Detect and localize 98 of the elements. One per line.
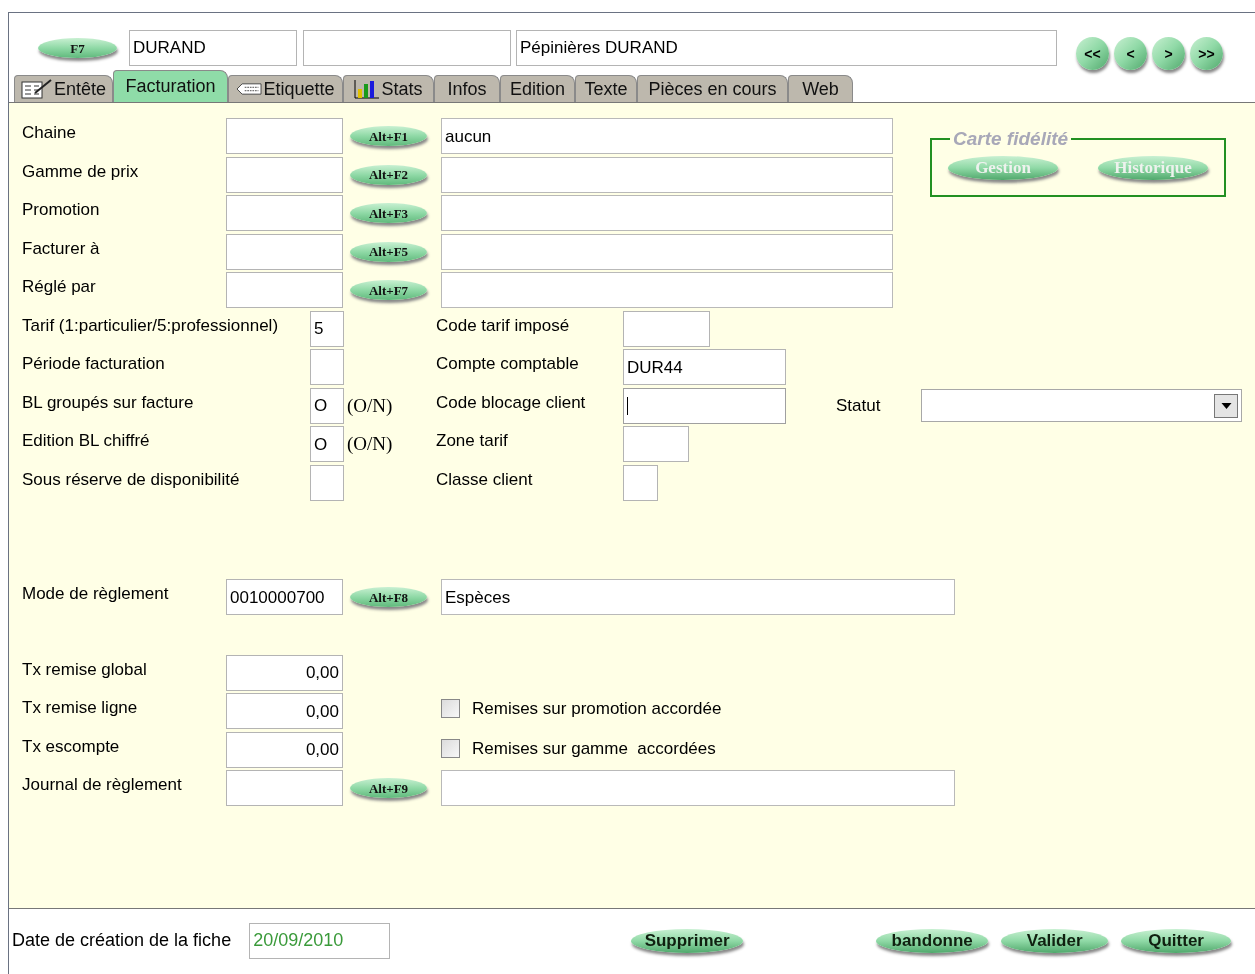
nav-button[interactable]: > <box>1152 37 1185 70</box>
field-label: Date de création de la fiche <box>12 929 232 952</box>
input-field[interactable] <box>226 272 343 309</box>
checkbox-label: Remises sur gamme accordées <box>472 737 716 760</box>
date-field[interactable]: 20/09/2010 <box>249 922 391 959</box>
text-field[interactable] <box>303 30 511 66</box>
field-label: Tx remise ligne <box>22 697 139 719</box>
tab-label: Entête <box>53 77 106 101</box>
tab[interactable]: Pièces en cours <box>637 75 788 102</box>
hint-text: (O/N) <box>347 433 393 454</box>
tab[interactable]: Texte <box>575 75 637 102</box>
hint-text: (O/N) <box>347 394 393 416</box>
tab[interactable]: Edition <box>500 75 575 102</box>
shortcut-button[interactable]: F7 <box>38 38 117 58</box>
field-label: Tx remise global <box>22 658 148 681</box>
code-field[interactable]: DURAND <box>129 30 297 66</box>
checkbox[interactable] <box>441 738 460 758</box>
input-field[interactable] <box>226 770 343 807</box>
field-label: Période facturation <box>22 353 166 375</box>
input-field[interactable] <box>623 387 786 424</box>
field-label: Journal de règlement <box>22 774 183 796</box>
tab-label: Facturation <box>125 75 216 98</box>
input-field[interactable]: 0010000700 <box>226 579 343 616</box>
input-field[interactable] <box>310 349 344 386</box>
field-label: Facturer à <box>22 237 101 260</box>
tab[interactable]: Etiquette <box>228 75 343 102</box>
group-title: Carte fidélité <box>952 127 1070 151</box>
field-label: BL groupés sur facture <box>22 391 195 414</box>
input-field[interactable] <box>310 464 344 501</box>
description-field[interactable]: Espèces <box>441 579 955 616</box>
shortcut-button[interactable]: Alt+F1 <box>350 126 427 147</box>
field-label: Tx escompte <box>22 735 121 758</box>
shortcut-button[interactable]: Alt+F5 <box>350 241 427 262</box>
input-field[interactable]: O <box>310 426 344 463</box>
shortcut-button[interactable]: Alt+F8 <box>350 587 427 608</box>
description-field[interactable] <box>441 156 893 193</box>
field-label: Edition BL chiffré <box>22 430 151 452</box>
action-button[interactable]: bandonne <box>876 928 989 953</box>
tab-label: Infos <box>447 77 487 101</box>
input-field[interactable] <box>226 118 343 155</box>
description-field[interactable] <box>441 195 893 232</box>
field-label: Réglé par <box>22 276 97 298</box>
input-field[interactable] <box>623 426 689 463</box>
input-field[interactable] <box>226 195 343 232</box>
action-button[interactable]: Quitter <box>1121 928 1232 953</box>
shortcut-button[interactable]: Alt+F3 <box>350 203 427 224</box>
field-label: Compte comptable <box>436 353 580 375</box>
input-field[interactable]: DUR44 <box>623 349 786 386</box>
bar-chart-icon <box>354 79 381 99</box>
input-field[interactable]: 0,00 <box>226 693 343 730</box>
field-label: Code blocage client <box>436 391 587 414</box>
description-field[interactable] <box>441 233 893 270</box>
action-button[interactable]: Valider <box>1001 928 1109 953</box>
shortcut-button[interactable]: Alt+F9 <box>350 778 427 799</box>
field-label: Zone tarif <box>436 430 509 452</box>
input-field[interactable] <box>226 156 343 193</box>
tab-label: Edition <box>509 77 565 101</box>
tab-label: Stats <box>381 77 423 101</box>
field-label: Gamme de prix <box>22 160 140 183</box>
tab[interactable]: Stats <box>343 75 434 102</box>
tab-label: Pièces en cours <box>648 77 777 101</box>
input-field[interactable]: 0,00 <box>226 654 343 691</box>
nav-button[interactable]: < <box>1114 37 1147 70</box>
tab[interactable]: Facturation <box>113 70 228 102</box>
input-field[interactable] <box>226 233 343 270</box>
input-field[interactable]: O <box>310 387 344 424</box>
shortcut-button[interactable]: Alt+F7 <box>350 280 427 301</box>
form-icon <box>20 79 53 99</box>
description-field[interactable] <box>441 272 893 309</box>
field-label: Promotion <box>22 199 101 221</box>
field-label: Chaine <box>22 122 77 144</box>
company-field[interactable]: Pépinières DURAND <box>516 30 1057 66</box>
checkbox-label: Remises sur promotion accordée <box>472 698 722 720</box>
status-dropdown[interactable] <box>921 389 1242 423</box>
description-field[interactable]: aucun <box>441 118 893 155</box>
nav-button[interactable]: >> <box>1190 37 1223 70</box>
shortcut-button[interactable]: Alt+F2 <box>350 164 427 185</box>
description-field[interactable] <box>441 770 955 807</box>
input-field[interactable]: 0,00 <box>226 731 343 768</box>
field-label: Mode de règlement <box>22 583 170 605</box>
field-label: Classe client <box>436 468 534 491</box>
field-label: Statut <box>836 395 882 417</box>
input-field[interactable] <box>623 310 710 347</box>
tab-label: Web <box>802 77 839 101</box>
tab[interactable]: Web <box>788 75 853 102</box>
checkbox[interactable] <box>441 699 460 719</box>
nav-button[interactable]: << <box>1076 37 1109 70</box>
input-field[interactable]: 5 <box>310 310 344 347</box>
tab[interactable]: Entête <box>14 75 113 102</box>
field-label: Sous réserve de disponibilité <box>22 468 241 491</box>
input-field[interactable] <box>623 464 658 501</box>
tab-label: Texte <box>584 77 628 101</box>
field-label: Code tarif imposé <box>436 314 571 337</box>
tag-icon <box>236 83 263 95</box>
field-label: Tarif (1:particulier/5:professionnel) <box>22 314 280 337</box>
tab-label: Etiquette <box>263 77 335 101</box>
action-button[interactable]: Supprimer <box>631 928 744 953</box>
tab[interactable]: Infos <box>434 75 500 102</box>
